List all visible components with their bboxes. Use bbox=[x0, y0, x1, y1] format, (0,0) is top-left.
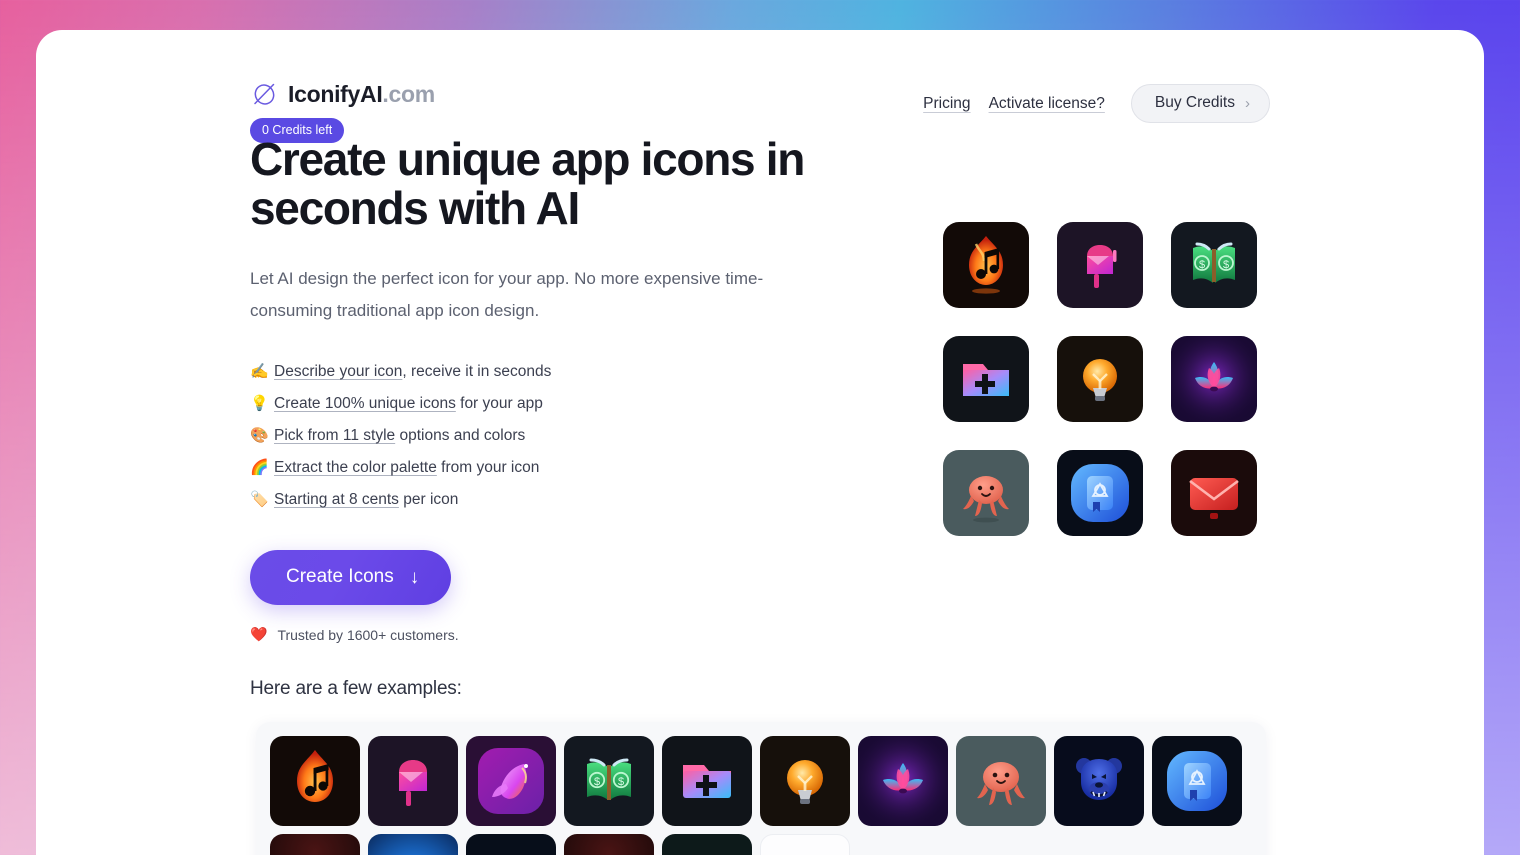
blue-globe-icon[interactable] bbox=[368, 834, 458, 855]
examples-grid: $ $ bbox=[270, 736, 1252, 855]
heart-emoji: ❤️ bbox=[250, 626, 268, 643]
money-book-icon[interactable]: $ $ bbox=[1171, 222, 1257, 308]
feature-link-pricing[interactable]: Starting at 8 cents bbox=[274, 491, 399, 508]
feature-link-palette[interactable]: Extract the color palette bbox=[274, 459, 437, 476]
yellow-glow-icon[interactable] bbox=[662, 834, 752, 855]
folder-plus-icon[interactable] bbox=[662, 736, 752, 826]
brand-name-main: IconifyAI bbox=[288, 80, 383, 107]
page-card: IconifyAI.com 0 Credits left Pricing Act… bbox=[36, 30, 1484, 855]
nav-link-pricing[interactable]: Pricing bbox=[923, 95, 970, 113]
octopus-icon[interactable] bbox=[956, 736, 1046, 826]
fire-music-icon[interactable] bbox=[270, 736, 360, 826]
planet-ring-icon bbox=[254, 83, 275, 105]
mailbox-icon[interactable] bbox=[368, 736, 458, 826]
dark-red-icon[interactable] bbox=[270, 834, 360, 855]
dark-navy-icon[interactable] bbox=[466, 834, 556, 855]
brand-name: IconifyAI.com bbox=[288, 81, 435, 108]
brand-logo[interactable]: IconifyAI.com bbox=[250, 80, 435, 108]
folder-plus-icon[interactable] bbox=[943, 336, 1029, 422]
site-header: IconifyAI.com 0 Credits left Pricing Act… bbox=[250, 55, 1270, 143]
create-icons-label: Create Icons bbox=[286, 566, 394, 588]
octopus-icon[interactable] bbox=[943, 450, 1029, 536]
rainbow-emoji: 🌈 bbox=[250, 459, 269, 477]
trust-note: ❤️ Trusted by 1600+ customers. bbox=[250, 626, 890, 643]
trust-text: Trusted by 1600+ customers. bbox=[277, 626, 459, 643]
svg-text:$: $ bbox=[1223, 259, 1229, 271]
svg-text:$: $ bbox=[1199, 259, 1205, 271]
page-title: Create unique app icons in seconds with … bbox=[250, 133, 805, 235]
buy-credits-button[interactable]: Buy Credits › bbox=[1130, 84, 1270, 123]
nav-link-activate-license[interactable]: Activate license? bbox=[989, 95, 1105, 113]
light-bulb-icon[interactable] bbox=[760, 736, 850, 826]
feature-item-palette: 🌈 Extract the color palette from your ico… bbox=[250, 452, 890, 484]
examples-heading: Here are a few examples: bbox=[250, 678, 462, 699]
dark-maroon-icon[interactable] bbox=[564, 834, 654, 855]
blue-book-icon[interactable] bbox=[1152, 736, 1242, 826]
feature-link-unique[interactable]: Create 100% unique icons bbox=[274, 395, 456, 412]
feature-item-unique: 💡 Create 100% unique icons for your app bbox=[250, 388, 890, 420]
blank-tile[interactable] bbox=[760, 834, 850, 855]
feature-item-styles: 🎨 Pick from 11 style options and colors bbox=[250, 420, 890, 452]
create-icons-button[interactable]: Create Icons ↓ bbox=[250, 550, 452, 606]
feature-rest-styles: options and colors bbox=[395, 427, 526, 445]
examples-card: $ $ bbox=[256, 722, 1266, 855]
hero-subtitle: Let AI design the perfect icon for your … bbox=[250, 269, 764, 320]
light-bulb-icon[interactable] bbox=[1057, 336, 1143, 422]
feature-rest-palette: from your icon bbox=[436, 459, 540, 477]
bear-head-icon[interactable] bbox=[1054, 736, 1144, 826]
feature-rest-unique: for your app bbox=[455, 395, 543, 413]
arrow-down-icon: ↓ bbox=[409, 566, 420, 588]
hummingbird-icon[interactable] bbox=[466, 736, 556, 826]
lotus-flower-icon[interactable] bbox=[1171, 336, 1257, 422]
artist-palette-emoji: 🎨 bbox=[250, 427, 269, 445]
hero-icon-grid: $ $ bbox=[943, 222, 1257, 536]
lotus-flower-icon[interactable] bbox=[858, 736, 948, 826]
feature-link-styles[interactable]: Pick from 11 style bbox=[274, 427, 395, 444]
label-tag-emoji: 🏷️ bbox=[250, 491, 269, 509]
buy-credits-label: Buy Credits bbox=[1154, 94, 1235, 111]
hero-section: Create unique app icons in seconds with … bbox=[250, 133, 890, 643]
writing-hand-emoji: ✍️ bbox=[250, 363, 269, 381]
fire-music-icon[interactable] bbox=[943, 222, 1029, 308]
svg-text:$: $ bbox=[594, 776, 600, 788]
mailbox-icon[interactable] bbox=[1057, 222, 1143, 308]
feature-item-describe: ✍️ Describe your icon, receive it in seco… bbox=[250, 356, 890, 388]
feature-list: ✍️ Describe your icon, receive it in seco… bbox=[250, 356, 890, 516]
brand-name-tld: .com bbox=[382, 80, 435, 107]
money-book-icon[interactable]: $ $ bbox=[564, 736, 654, 826]
svg-text:$: $ bbox=[618, 776, 624, 788]
light-bulb-emoji: 💡 bbox=[250, 395, 269, 413]
main-nav: Pricing Activate license? Buy Credits › bbox=[923, 84, 1270, 123]
red-envelope-icon[interactable] bbox=[1171, 450, 1257, 536]
feature-rest-pricing: per icon bbox=[398, 491, 459, 509]
chevron-right-icon: › bbox=[1245, 94, 1250, 112]
feature-item-pricing: 🏷️ Starting at 8 cents per icon bbox=[250, 484, 890, 516]
feature-link-describe[interactable]: Describe your icon bbox=[274, 363, 402, 380]
feature-rest-describe: , receive it in seconds bbox=[402, 363, 552, 381]
blue-book-icon[interactable] bbox=[1057, 450, 1143, 536]
